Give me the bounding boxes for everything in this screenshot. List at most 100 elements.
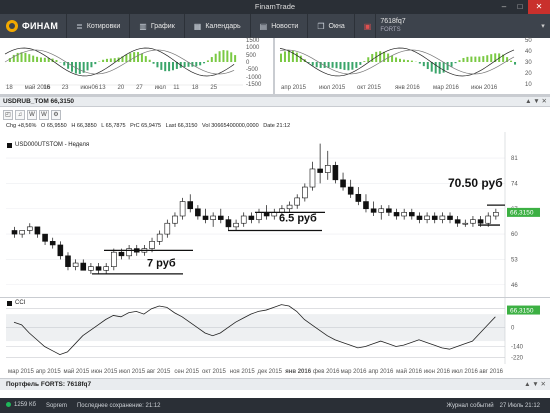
candle bbox=[42, 233, 48, 245]
event-journal-link[interactable]: Журнал событий bbox=[446, 403, 493, 409]
oscillator-bar bbox=[109, 58, 112, 62]
candle bbox=[103, 263, 109, 274]
candle bbox=[179, 197, 186, 220]
oscillator-bar bbox=[71, 62, 74, 72]
y-tick-label: 40 bbox=[525, 49, 532, 55]
y-tick-label: 46 bbox=[511, 283, 518, 289]
time-axis-svg: мар 2015 апр 2015 май 2015 июн 2015 июл 2015… bbox=[8, 368, 504, 375]
candle bbox=[57, 241, 64, 260]
briefcase-icon: ▣ bbox=[363, 21, 372, 31]
x-tick-label: фев 2016 bbox=[313, 369, 340, 375]
x-tick-label: 25 bbox=[210, 85, 218, 91]
chart-title: USDRUB_TOM 66,3150 bbox=[3, 98, 75, 105]
candle bbox=[454, 216, 461, 227]
draw-tool-2-icon[interactable]: W bbox=[39, 109, 49, 120]
close-button[interactable]: ✕ bbox=[528, 0, 550, 14]
candle bbox=[225, 216, 232, 231]
oscillator-bar bbox=[105, 58, 108, 62]
candle bbox=[210, 212, 216, 227]
windows-icon: ❐ bbox=[317, 21, 325, 31]
oscillator-bar bbox=[20, 52, 23, 62]
candle bbox=[431, 212, 438, 224]
x-tick-label: 18 bbox=[6, 85, 13, 91]
oscillator-bar bbox=[214, 53, 217, 62]
candle bbox=[26, 223, 33, 235]
draw-tool-icon[interactable]: W bbox=[27, 109, 37, 120]
candle bbox=[49, 237, 56, 249]
indicator-icon[interactable]: ♫ bbox=[15, 109, 25, 120]
oscillator-bar bbox=[335, 62, 338, 69]
toolbar-news[interactable]: ▤ Новости bbox=[249, 14, 308, 38]
minimize-button[interactable]: – bbox=[496, 0, 512, 14]
oscillator-bar bbox=[478, 56, 481, 62]
oscillator-bar bbox=[156, 62, 159, 68]
oscillator-bar bbox=[514, 62, 517, 65]
info-high: H 66,3850 bbox=[71, 123, 97, 129]
price-annotation[interactable]: 7 руб bbox=[147, 258, 176, 270]
x-tick-label: мар 2015 bbox=[8, 369, 34, 375]
status-datetime: 27 Июль 21:12 bbox=[499, 402, 540, 409]
toolbar-account[interactable]: ▣ 7618fq7 FORTS bbox=[353, 14, 410, 38]
x-tick-label: апр 2015 bbox=[281, 85, 306, 91]
oscillator-bar bbox=[32, 55, 35, 62]
toolbar-chart[interactable]: ▥ График bbox=[129, 14, 183, 38]
y-tick-label: 10 bbox=[525, 82, 532, 88]
oscillator-bar bbox=[171, 62, 174, 71]
x-tick-label: мар 2016 bbox=[341, 369, 367, 375]
oscillator-bar bbox=[490, 54, 493, 62]
price-annotation[interactable]: 6.5 руб bbox=[279, 212, 317, 224]
oscillator-bar bbox=[470, 56, 473, 62]
candle bbox=[286, 201, 293, 213]
oscillator-bar bbox=[24, 52, 27, 62]
mini-chart-left[interactable]: 1500 1000 500 0 -500 -1000 -1500 18 май 2016 16 2… bbox=[0, 38, 273, 94]
oscillator-bar bbox=[359, 62, 362, 65]
mini-chart-right[interactable]: 50 40 30 20 10 апр 2015 июл 2015 окт 2015 янв 2… bbox=[275, 38, 550, 94]
chart-header-buttons[interactable]: ▲ ▼ ✕ bbox=[525, 97, 547, 107]
cci-y-tick-label: -140 bbox=[511, 345, 524, 351]
price-annotation[interactable]: 70.50 руб bbox=[448, 176, 503, 190]
candle bbox=[195, 205, 201, 220]
candle bbox=[370, 201, 377, 216]
toolbar-calendar[interactable]: ▦ Календарь bbox=[183, 14, 250, 38]
legend-swatch bbox=[7, 142, 12, 148]
x-tick-label: май 2015 bbox=[63, 368, 89, 375]
account-info: 7618fq7 FORTS bbox=[375, 14, 406, 38]
maximize-button[interactable]: □ bbox=[512, 0, 528, 14]
x-tick-label: апр 2015 bbox=[36, 369, 62, 375]
status-bar: 1259 Кб Soprem Последнее сохранение: 21:… bbox=[0, 398, 550, 413]
oscillator-bar bbox=[164, 62, 167, 72]
candle bbox=[271, 208, 278, 220]
x-tick-label: июл 2016 bbox=[452, 369, 479, 375]
toolbar-windows[interactable]: ❐ Окна bbox=[307, 14, 353, 38]
oscillator-bar bbox=[399, 58, 401, 62]
oscillator-bar bbox=[206, 60, 209, 62]
cci-panel[interactable]: 1400-140-22066,3150 CCI bbox=[0, 298, 550, 364]
candle bbox=[80, 259, 87, 271]
toolbar-dropdown-icon[interactable]: ▾ bbox=[536, 22, 550, 30]
x-tick-label: дек 2015 bbox=[258, 369, 283, 375]
price-chart[interactable]: 4653606774817 руб6.5 руб70.50 руб66,3150… bbox=[0, 132, 550, 297]
oscillator-bar bbox=[367, 57, 370, 62]
oscillator-bar bbox=[402, 59, 405, 62]
chart-type-icon[interactable]: ◰ bbox=[3, 109, 13, 120]
oscillator-bar bbox=[406, 60, 409, 62]
oscillator-bar bbox=[474, 56, 477, 62]
oscillator-bar bbox=[94, 62, 97, 65]
candle bbox=[187, 194, 194, 213]
main-toolbar: ФИНАМ ≣ Котировки ▥ График ▦ Календарь ▤ Нов… bbox=[0, 14, 550, 38]
oscillator-bar bbox=[327, 62, 330, 68]
oscillator-bar bbox=[315, 62, 318, 68]
oscillator-bar bbox=[339, 62, 342, 70]
oscillator-bar bbox=[12, 54, 15, 62]
candle bbox=[401, 208, 407, 220]
candle bbox=[416, 212, 423, 224]
toolbar-quotes[interactable]: ≣ Котировки bbox=[66, 14, 129, 38]
oscillator-bar bbox=[43, 57, 46, 62]
x-tick-label: авг 2016 bbox=[479, 369, 503, 375]
candle bbox=[332, 161, 339, 184]
x-tick-label: июн 2016 bbox=[471, 85, 498, 91]
candle bbox=[217, 208, 224, 224]
y-tick-label: 50 bbox=[525, 38, 532, 44]
candle bbox=[34, 226, 41, 238]
settings-icon[interactable]: ⚙ bbox=[51, 109, 61, 120]
